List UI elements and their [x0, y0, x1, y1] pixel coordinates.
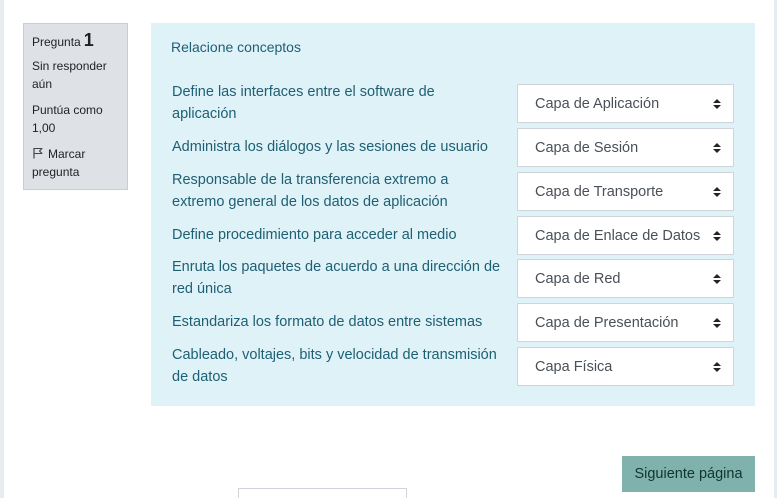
- match-select[interactable]: Capa de Presentación: [517, 303, 734, 342]
- select-caret-icon: [713, 143, 721, 153]
- match-stem: Enruta los paquetes de acuerdo a una dir…: [172, 259, 501, 297]
- selected-value: Capa de Enlace de Datos: [535, 227, 701, 244]
- match-stem: Cableado, voltajes, bits y velocidad de …: [172, 347, 497, 385]
- selected-value: Capa de Transporte: [535, 183, 664, 200]
- question-number-line: Pregunta 1: [32, 31, 119, 51]
- flag-question-link[interactable]: Marcar pregunta: [32, 145, 119, 181]
- match-select[interactable]: Capa de Transporte: [517, 172, 734, 211]
- selected-value: Capa Física: [535, 358, 613, 375]
- match-select[interactable]: Capa de Sesión: [517, 128, 734, 167]
- question-content: Relacione conceptos Define las interface…: [151, 23, 755, 406]
- select-caret-icon: [713, 362, 721, 372]
- select-caret-icon: [713, 318, 721, 328]
- select-caret-icon: [713, 231, 721, 241]
- quiz-navigation-box: [238, 488, 407, 498]
- selected-value: Capa de Aplicación: [535, 95, 660, 112]
- match-select[interactable]: Capa Física: [517, 347, 734, 386]
- match-select[interactable]: Capa de Red: [517, 259, 734, 298]
- match-stem: Define las interfaces entre el software …: [172, 84, 435, 122]
- match-select[interactable]: Capa de Enlace de Datos: [517, 216, 734, 255]
- selected-value: Capa de Red: [535, 270, 621, 287]
- next-page-button[interactable]: Siguiente página: [622, 456, 755, 492]
- selected-value: Capa de Presentación: [535, 314, 679, 331]
- select-caret-icon: [713, 274, 721, 284]
- match-stem: Administra los diálogos y las sesiones d…: [172, 139, 488, 155]
- question-text: Relacione conceptos: [171, 39, 301, 55]
- selected-value: Capa de Sesión: [535, 139, 639, 156]
- page-frame-left: [0, 0, 4, 498]
- question-state: Sin responder aún: [32, 59, 107, 91]
- match-stem: Responsable de la transferencia extremo …: [172, 172, 449, 210]
- match-stem: Estandariza los formato de datos entre s…: [172, 314, 483, 330]
- question-label: Pregunta: [32, 35, 81, 49]
- question-number: 1: [83, 30, 94, 50]
- select-caret-icon: [713, 99, 721, 109]
- question-grade: Puntúa como 1,00: [32, 103, 103, 135]
- select-caret-icon: [713, 187, 721, 197]
- flag-icon: [33, 147, 43, 159]
- match-select[interactable]: Capa de Aplicación: [517, 84, 734, 123]
- match-stem: Define procedimiento para acceder al med…: [172, 227, 457, 243]
- question-info-panel: Pregunta 1 Sin responder aún Puntúa como…: [23, 23, 128, 190]
